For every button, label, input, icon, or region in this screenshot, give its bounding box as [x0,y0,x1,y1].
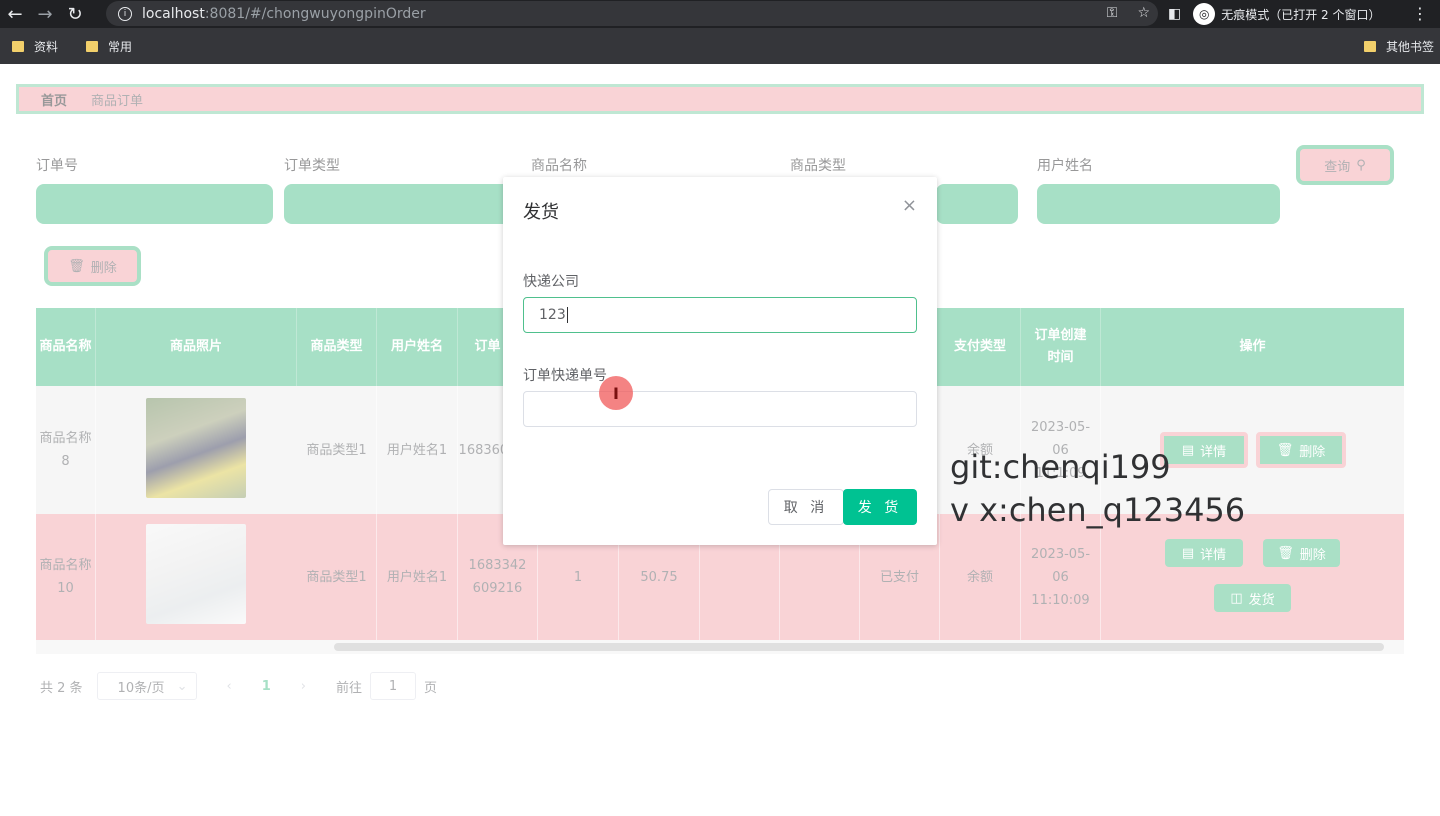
menu-icon[interactable]: ⋮ [1412,4,1428,23]
key-icon[interactable]: ⚿ [1107,5,1118,21]
folder-icon [12,40,24,52]
bookmark-folder-0[interactable]: 资料 [12,38,58,55]
back-icon[interactable]: ← [0,0,30,28]
close-icon[interactable]: × [902,195,917,216]
folder-icon [86,40,99,52]
address-bar[interactable]: i localhost :8081/#/chongwuyongpinOrder … [106,1,1158,26]
dialog-title: 发货 [523,202,559,223]
bookmarks-bar: 资料 常用 其他书签 [0,28,1440,64]
star-icon[interactable]: ☆ [1137,5,1150,21]
tracking-input[interactable] [523,391,917,427]
forward-icon[interactable]: → [30,0,60,28]
company-label: 快递公司 [523,274,579,290]
url-host: localhost [142,5,205,22]
url-path: :8081/#/chongwuyongpinOrder [204,5,426,22]
incognito-label[interactable]: 无痕模式（已打开 2 个窗口） [1221,6,1380,23]
cancel-button[interactable]: 取 消 [768,489,844,525]
sidepanel-icon[interactable]: ◧ [1168,6,1181,22]
bookmark-folder-1[interactable]: 常用 [86,38,132,55]
confirm-ship-button[interactable]: 发 货 [843,489,917,525]
info-icon[interactable]: i [118,6,132,21]
ship-dialog: 发货 × 快递公司 123 订单快递单号 取 消 发 货 [503,177,937,545]
text-cursor-icon: I [599,376,633,410]
watermark-line2: v x:chen_q123456 [950,491,1246,529]
other-bookmarks[interactable]: 其他书签 [1363,38,1434,55]
company-input[interactable]: 123 [523,297,917,333]
folder-icon [1363,41,1376,52]
tracking-label: 订单快递单号 [523,368,607,384]
watermark-line1: git:chenqi199 [950,448,1171,486]
reload-icon[interactable]: ↻ [60,0,90,28]
incognito-icon[interactable]: ◎ [1193,3,1216,25]
